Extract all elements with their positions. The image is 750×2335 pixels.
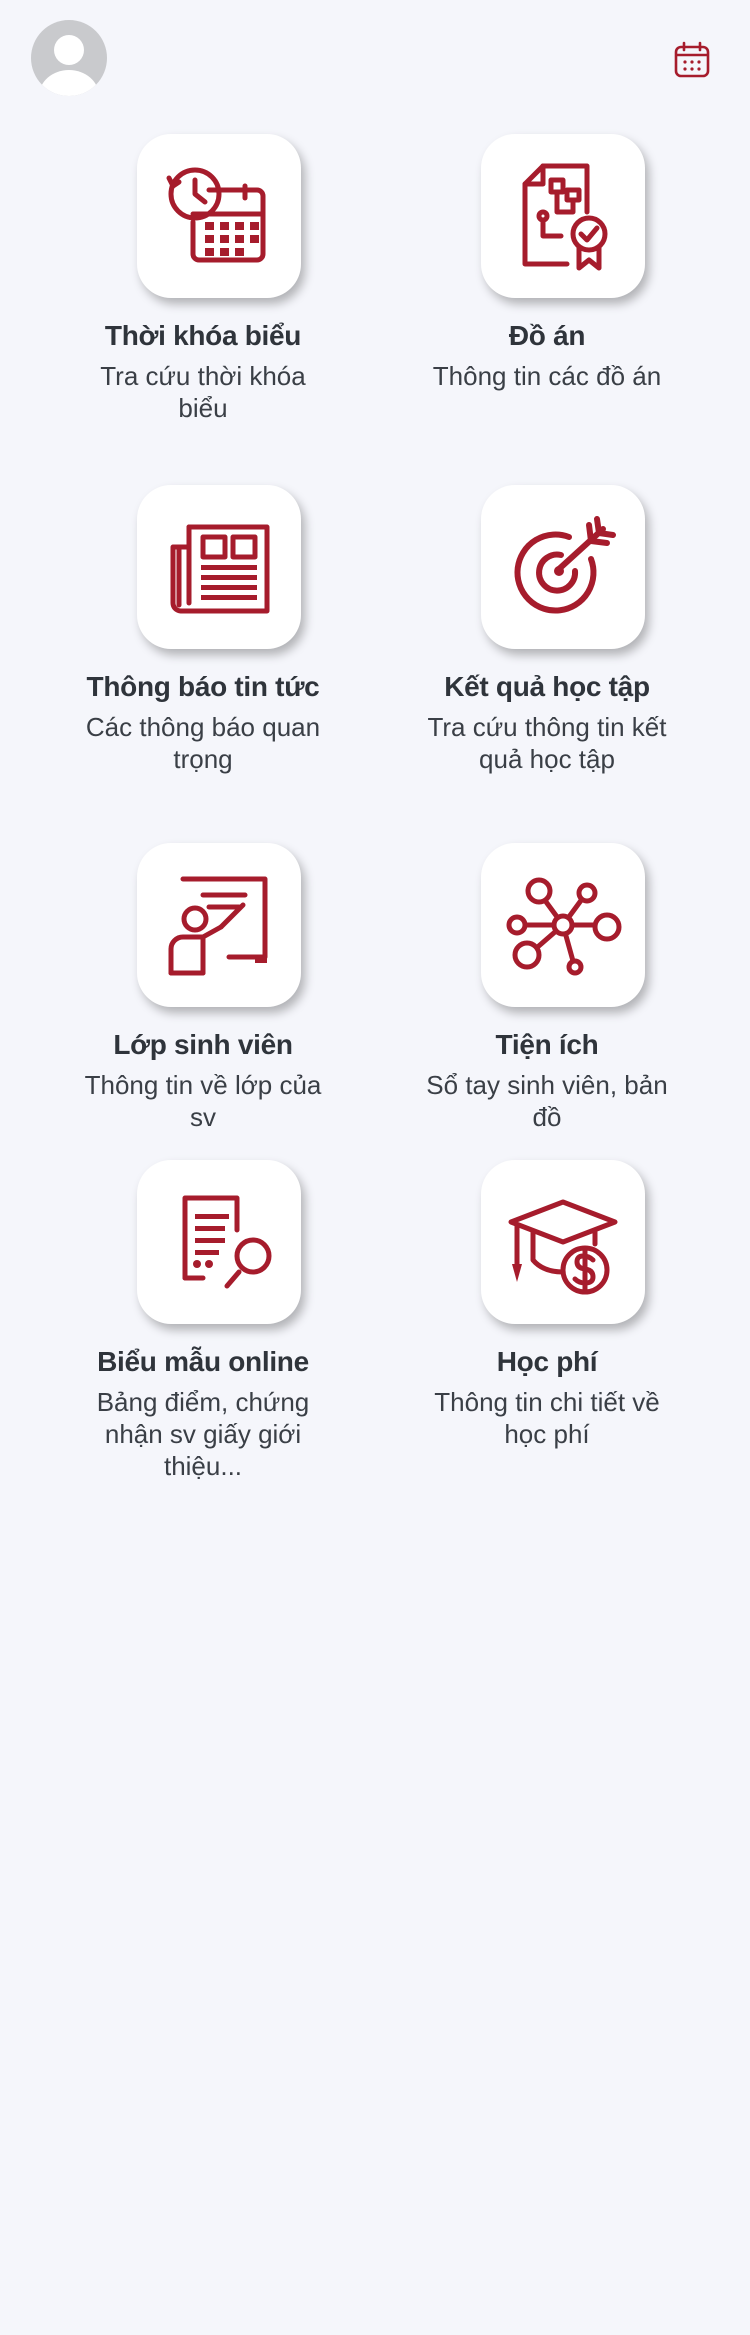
menu-tile-title: Lớp sinh viên [113, 1029, 293, 1060]
menu-tile-icon-box [137, 485, 301, 649]
calendar-icon [674, 41, 710, 78]
avatar[interactable] [31, 20, 107, 96]
target-arrow-icon [514, 516, 616, 614]
menu-tile-icon-box [481, 843, 645, 1007]
menu-tile-icon-box [137, 843, 301, 1007]
menu-tile-description: Bảng điểm, chứng nhận sv giấy giới thiệu… [96, 1387, 310, 1481]
menu-tile-description: Thông tin về lớp của sv [84, 1070, 322, 1132]
calendar-button[interactable] [672, 40, 712, 80]
menu-tile-description: Thông tin chi tiết về học phí [434, 1387, 660, 1449]
menu-tile-title: Đồ án [508, 320, 586, 351]
menu-tile-icon-box [481, 134, 645, 298]
menu-tile-title: Thời khóa biểu [104, 320, 302, 351]
menu-tile-title: Thông báo tin tức [86, 671, 320, 702]
menu-tile-title: Biểu mẫu online [97, 1346, 309, 1377]
menu-tile-title: Tiện ích [495, 1029, 599, 1060]
menu-tile-title: Kết quả học tập [444, 671, 650, 702]
menu-tile-description: Thông tin các đồ án [432, 361, 662, 391]
project-document-check-icon [522, 163, 608, 271]
top-bar [0, 0, 750, 120]
menu-tile-description: Các thông báo quan trọng [85, 712, 321, 774]
graduation-cap-dollar-icon [508, 1199, 618, 1295]
newspaper-icon [170, 524, 270, 614]
menu-tile-icon-box [481, 1160, 645, 1324]
menu-tile-icon-box [481, 485, 645, 649]
teacher-board-icon [168, 876, 268, 976]
user-avatar-icon [39, 35, 99, 96]
menu-tile-icon-box [137, 134, 301, 298]
form-document-icon [182, 1195, 272, 1289]
menu-tile-icon-box [137, 1160, 301, 1324]
menu-tile-description: Sổ tay sinh viên, bản đồ [426, 1070, 668, 1132]
menu-tile-title: Học phí [496, 1346, 598, 1377]
schedule-clock-calendar-icon [166, 167, 266, 263]
menu-tile-description: Tra cứu thông tin kết quả học tập [427, 712, 667, 774]
menu-tile-description: Tra cứu thời khóa biểu [100, 361, 306, 423]
network-nodes-icon [506, 877, 622, 976]
